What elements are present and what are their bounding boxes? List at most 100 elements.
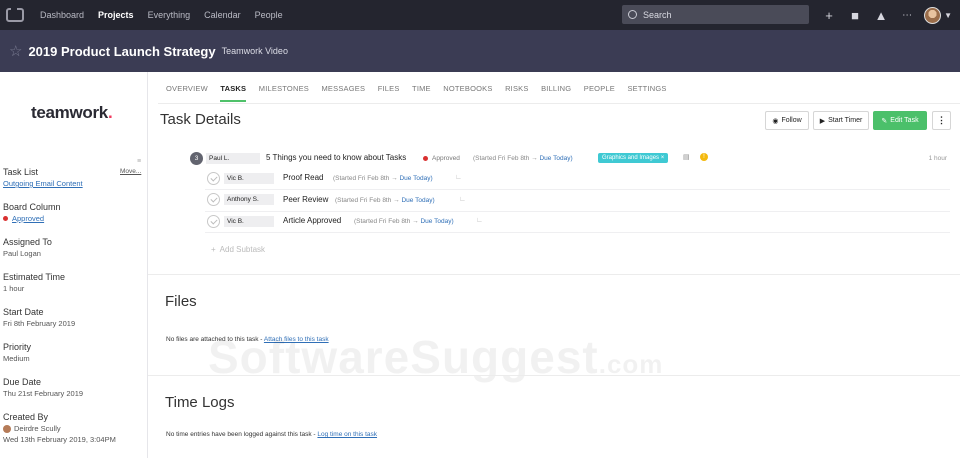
- project-title[interactable]: 2019 Product Launch Strategy: [28, 44, 215, 59]
- subtask-name[interactable]: Proof Read: [283, 173, 323, 182]
- subtask-name[interactable]: Article Approved: [283, 216, 341, 225]
- tag-badge[interactable]: Graphics and Images ×: [598, 153, 669, 163]
- avatar[interactable]: [924, 6, 942, 24]
- created-by-label: Created By: [3, 412, 49, 422]
- subtask-due[interactable]: Due Today): [420, 218, 453, 225]
- company-name[interactable]: Teamwork Video: [222, 46, 288, 56]
- subtask-started: (Started Fri Feb 8th →: [335, 197, 400, 204]
- subtask-due[interactable]: Due Today): [401, 197, 434, 204]
- add-subtask-button[interactable]: + Add Subtask: [211, 245, 265, 254]
- star-icon[interactable]: ☆: [9, 42, 22, 60]
- start-timer-button[interactable]: ▶ Start Timer: [813, 111, 869, 130]
- assigned-to-value: Paul Logan: [3, 249, 41, 258]
- tab-settings[interactable]: SETTINGS: [627, 84, 666, 102]
- subtask-dates: (Started Fri Feb 8th → Due Today): [333, 175, 433, 182]
- bell-icon[interactable]: ▲: [868, 8, 894, 23]
- avatar: [3, 425, 11, 434]
- eye-icon: ◉: [772, 117, 779, 125]
- search-box[interactable]: [622, 5, 809, 24]
- assigned-to-label: Assigned To: [3, 237, 52, 247]
- start-date-field: Start Date Fri 8th February 2019: [3, 307, 75, 328]
- divider: [205, 232, 950, 233]
- estimated-time-field: Estimated Time 1 hour: [3, 272, 65, 293]
- folder-icon[interactable]: ■: [842, 8, 868, 23]
- move-link[interactable]: Move...: [120, 168, 141, 175]
- subtask-name[interactable]: Peer Review: [283, 195, 328, 204]
- priority-value: Medium: [3, 354, 30, 363]
- tab-time[interactable]: TIME: [412, 84, 431, 102]
- tab-milestones[interactable]: MILESTONES: [259, 84, 309, 102]
- close-icon[interactable]: ×: [661, 155, 665, 161]
- estimate-value: 1 hour: [928, 155, 947, 162]
- status-badge[interactable]: Approved: [423, 155, 460, 162]
- created-by-field: Created By Deirdre Scully Wed 13th Febru…: [3, 412, 116, 444]
- start-date-value: Fri 8th February 2019: [3, 319, 76, 328]
- tab-billing[interactable]: BILLING: [541, 84, 571, 102]
- estimated-time-value: 1 hour: [3, 284, 25, 293]
- complete-checkbox[interactable]: [207, 215, 220, 228]
- status-text: Approved: [432, 155, 460, 162]
- more-options-button[interactable]: ⋮: [932, 111, 951, 130]
- board-column-label: Board Column: [3, 202, 61, 212]
- project-header: ☆ 2019 Product Launch Strategy Teamwork …: [0, 30, 960, 72]
- nav-dashboard[interactable]: Dashboard: [40, 10, 84, 20]
- subtask-assignee[interactable]: Vic B.: [224, 216, 274, 227]
- tab-notebooks[interactable]: NOTEBOOKS: [443, 84, 492, 102]
- notes-icon[interactable]: ▤: [683, 153, 690, 161]
- task-due[interactable]: Due Today): [539, 155, 572, 162]
- status-dot-icon: [3, 216, 8, 222]
- chevron-down-icon[interactable]: ▼: [944, 11, 952, 20]
- nav-projects[interactable]: Projects: [98, 10, 134, 20]
- created-by-name: Deirdre Scully: [14, 424, 61, 433]
- task-assignee[interactable]: Paul L.: [206, 153, 260, 164]
- app-logo-icon[interactable]: [6, 8, 24, 22]
- task-list-link[interactable]: Outgoing Email Content: [3, 179, 83, 188]
- edit-task-label: Edit Task: [890, 117, 919, 124]
- task-dates: (Started Fri Feb 8th → Due Today): [473, 155, 573, 162]
- nav-calendar[interactable]: Calendar: [204, 10, 241, 20]
- subtask-count-badge[interactable]: 3: [190, 152, 203, 165]
- task-list-field: Task List Outgoing Email Content: [3, 167, 83, 188]
- tab-risks[interactable]: RISKS: [505, 84, 529, 102]
- subtask-dates: (Started Fri Feb 8th → Due Today): [354, 218, 454, 225]
- priority-label: Priority: [3, 342, 32, 352]
- log-time-link[interactable]: Log time on this task: [317, 431, 377, 438]
- complete-checkbox[interactable]: [207, 193, 220, 206]
- subtask-dates: (Started Fri Feb 8th → Due Today): [335, 197, 435, 204]
- subtask-due[interactable]: Due Today): [399, 175, 432, 182]
- search-input[interactable]: [643, 9, 793, 20]
- grid-icon[interactable]: ⋯: [894, 10, 920, 21]
- top-nav: Dashboard Projects Everything Calendar P…: [0, 0, 960, 30]
- follow-button[interactable]: ◉ Follow: [765, 111, 809, 130]
- nav-people[interactable]: People: [255, 10, 283, 20]
- tab-tasks[interactable]: TASKS: [220, 84, 247, 102]
- nav-everything[interactable]: Everything: [148, 10, 191, 20]
- subtask-assignee[interactable]: Anthony S.: [224, 194, 274, 205]
- subtask-icon[interactable]: ∟: [455, 174, 462, 181]
- drag-handle-icon[interactable]: ≡: [137, 158, 141, 165]
- estimated-time-label: Estimated Time: [3, 272, 66, 282]
- tab-overview[interactable]: OVERVIEW: [166, 84, 208, 102]
- edit-task-button[interactable]: ✎ Edit Task: [873, 111, 927, 130]
- divider: [205, 189, 950, 190]
- subtask-started: (Started Fri Feb 8th →: [354, 218, 419, 225]
- task-name[interactable]: 5 Things you need to know about Tasks: [266, 153, 406, 162]
- plus-icon[interactable]: +: [816, 8, 842, 23]
- board-column-link[interactable]: Approved: [12, 214, 44, 223]
- tab-files[interactable]: FILES: [378, 84, 400, 102]
- subtask-icon[interactable]: ∟: [459, 196, 466, 203]
- tab-people[interactable]: PEOPLE: [584, 84, 615, 102]
- task-started: (Started Fri Feb 8th →: [473, 155, 538, 162]
- files-title: Files: [165, 293, 197, 310]
- tab-messages[interactable]: MESSAGES: [321, 84, 365, 102]
- divider: [205, 211, 950, 212]
- subtask-icon[interactable]: ∟: [476, 217, 483, 224]
- subtask-assignee[interactable]: Vic B.: [224, 173, 274, 184]
- page-title: Task Details: [160, 111, 241, 128]
- due-date-field: Due Date Thu 21st February 2019: [3, 377, 83, 398]
- search-icon: [628, 10, 637, 19]
- priority-icon[interactable]: !: [700, 153, 708, 161]
- created-by-date: Wed 13th February 2019, 3:04PM: [3, 435, 116, 445]
- divider: [148, 375, 960, 376]
- complete-checkbox[interactable]: [207, 172, 220, 185]
